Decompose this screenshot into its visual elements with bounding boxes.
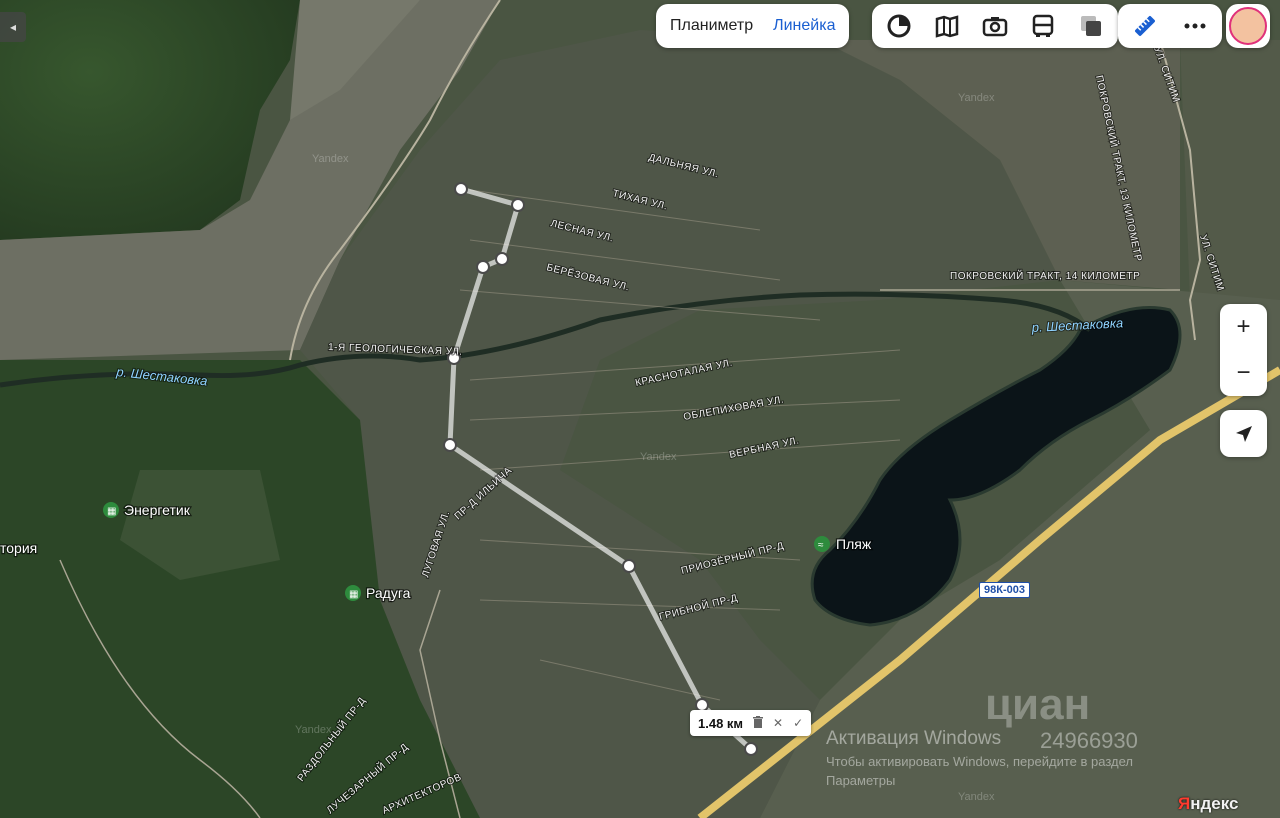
- place-raduga[interactable]: ▦ Радуга: [345, 584, 412, 602]
- distance-value: 1.48 км: [698, 715, 744, 731]
- street-label: ПОКРОВСКИЙ ТРАКТ, 14 КИЛОМЕТР: [950, 269, 1140, 282]
- distance-popup: 1.48 км ✕ ✓: [690, 710, 812, 736]
- confirm-measurement-button[interactable]: ✓: [793, 716, 803, 730]
- ruler-tab[interactable]: Линейка: [773, 17, 835, 35]
- watermark: Yandex: [958, 791, 995, 803]
- road-number-badge: 98К-003: [979, 582, 1030, 598]
- watermark: Yandex: [312, 153, 349, 165]
- more-icon[interactable]: [1180, 11, 1210, 41]
- user-avatar[interactable]: [1226, 4, 1270, 48]
- circle-icon[interactable]: [884, 11, 914, 41]
- route-vertex[interactable]: [454, 182, 468, 196]
- building-icon: ▦: [349, 589, 358, 600]
- zoom-control: + −: [1220, 304, 1267, 396]
- beach-icon: ≈: [818, 540, 824, 551]
- place-energetik[interactable]: ▦ Энергетик: [103, 501, 192, 519]
- layers-toolbar: [872, 4, 1118, 48]
- map-book-icon[interactable]: [932, 11, 962, 41]
- trash-icon[interactable]: [753, 715, 764, 731]
- place-label: Пляж: [836, 536, 872, 552]
- planimeter-tab[interactable]: Планиметр: [670, 17, 753, 35]
- layers-icon[interactable]: [1076, 11, 1106, 41]
- place-beach[interactable]: ≈ Пляж: [814, 535, 873, 553]
- route-vertex[interactable]: [511, 198, 525, 212]
- bus-icon[interactable]: [1028, 11, 1058, 41]
- location-arrow-icon: [1235, 425, 1252, 442]
- building-icon: ▦: [107, 506, 116, 517]
- activation-title: Активация Windows: [826, 728, 1002, 749]
- collapse-panel-button[interactable]: ◂: [0, 12, 26, 42]
- watermark: Yandex: [640, 451, 677, 463]
- place-label: Радуга: [366, 585, 411, 601]
- back-arrow-icon: ◂: [9, 20, 17, 34]
- close-measurement-button[interactable]: ✕: [773, 716, 783, 730]
- watermark: Yandex: [295, 724, 332, 736]
- place-label-partial: тория: [0, 540, 37, 556]
- windows-activation-watermark: Активация Windows Чтобы активировать Win…: [826, 728, 1133, 788]
- locate-me-button[interactable]: [1220, 410, 1267, 457]
- route-vertex[interactable]: [476, 260, 490, 274]
- watermark: Yandex: [958, 92, 995, 104]
- route-vertex[interactable]: [495, 252, 509, 266]
- ruler-icon[interactable]: [1130, 11, 1160, 41]
- route-vertex[interactable]: [443, 438, 457, 452]
- route-vertex[interactable]: [744, 742, 758, 756]
- route-vertex[interactable]: [622, 559, 636, 573]
- activation-subtitle: Чтобы активировать Windows, перейдите в …: [826, 754, 1133, 769]
- zoom-in-button[interactable]: +: [1220, 304, 1267, 350]
- yandex-logo[interactable]: Яндекс: [1178, 794, 1238, 814]
- activation-subtitle-2: Параметры: [826, 773, 896, 788]
- cian-watermark: циан: [985, 680, 1091, 729]
- measure-mode-switch: Планиметр Линейка: [656, 4, 850, 48]
- zoom-out-button[interactable]: −: [1220, 350, 1267, 396]
- tools-toolbar: [1118, 4, 1222, 48]
- place-label: Энергетик: [124, 502, 191, 518]
- camera-icon[interactable]: [980, 11, 1010, 41]
- avatar-image: [1229, 7, 1267, 45]
